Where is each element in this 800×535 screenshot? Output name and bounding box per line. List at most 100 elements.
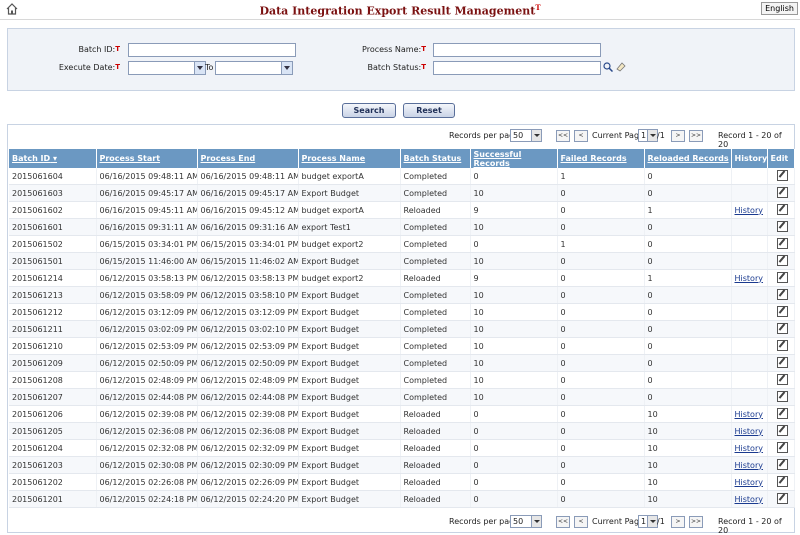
cell-edit bbox=[767, 354, 795, 372]
cell-history[interactable]: History bbox=[731, 201, 768, 219]
cell-process-end: 06/12/2015 02:44:08 PM bbox=[197, 388, 299, 406]
col-failed-records[interactable]: Failed Records bbox=[557, 149, 645, 168]
prev-page-button[interactable]: < bbox=[574, 516, 588, 528]
records-per-page-select[interactable]: 50 bbox=[510, 129, 542, 142]
chevron-down-icon bbox=[531, 130, 541, 141]
table-row: 2015061202 06/12/2015 02:26:08 PM 06/12/20… bbox=[9, 473, 795, 491]
first-page-button[interactable]: << bbox=[556, 516, 570, 528]
cell-batch-status: Completed bbox=[400, 286, 471, 304]
process-name-input[interactable] bbox=[433, 43, 601, 57]
col-reloaded-records[interactable]: Reloaded Records bbox=[644, 149, 732, 168]
current-page-select[interactable]: 1 bbox=[638, 515, 658, 528]
cell-process-end: 06/16/2015 09:45:17 AM bbox=[197, 184, 299, 202]
cell-edit bbox=[767, 286, 795, 304]
cell-batch-id: 2015061604 bbox=[9, 168, 97, 185]
cell-reloaded-records: 10 bbox=[644, 473, 732, 491]
cell-process-end: 06/15/2015 03:34:01 PM bbox=[197, 235, 299, 253]
cell-history[interactable]: History bbox=[731, 405, 768, 423]
cell-batch-id: 2015061603 bbox=[9, 184, 97, 202]
cell-process-start: 06/12/2015 02:39:08 PM bbox=[96, 405, 198, 423]
reset-button[interactable]: Reset bbox=[403, 103, 455, 118]
col-batch-status[interactable]: Batch Status bbox=[400, 149, 471, 168]
cell-batch-status: Completed bbox=[400, 303, 471, 321]
edit-icon[interactable] bbox=[776, 169, 788, 181]
language-button[interactable]: English bbox=[761, 2, 798, 15]
last-page-button[interactable]: >> bbox=[689, 130, 703, 142]
edit-icon[interactable] bbox=[776, 271, 788, 283]
col-edit: Edit bbox=[767, 149, 795, 168]
edit-icon[interactable] bbox=[776, 203, 788, 215]
cell-history[interactable]: History bbox=[731, 439, 768, 457]
cell-batch-status: Completed bbox=[400, 252, 471, 270]
edit-icon[interactable] bbox=[776, 254, 788, 266]
edit-icon[interactable] bbox=[776, 220, 788, 232]
edit-icon[interactable] bbox=[776, 186, 788, 198]
edit-icon[interactable] bbox=[776, 407, 788, 419]
col-process-start[interactable]: Process Start bbox=[96, 149, 198, 168]
record-info: Record 1 - 20 of 20 bbox=[718, 517, 782, 535]
cell-batch-id: 2015061212 bbox=[9, 303, 97, 321]
first-page-button[interactable]: << bbox=[556, 130, 570, 142]
table-row: 2015061207 06/12/2015 02:44:08 PM 06/12/20… bbox=[9, 388, 795, 406]
batch-status-input[interactable] bbox=[433, 61, 601, 75]
cell-history[interactable]: History bbox=[731, 473, 768, 491]
col-process-end[interactable]: Process End bbox=[197, 149, 299, 168]
col-batch-id[interactable]: Batch ID ▾ bbox=[9, 149, 97, 168]
col-successful-records[interactable]: Successful Records bbox=[470, 149, 558, 168]
cell-failed-records: 0 bbox=[557, 303, 645, 321]
col-process-name[interactable]: Process Name bbox=[298, 149, 401, 168]
eraser-icon[interactable] bbox=[616, 62, 626, 72]
execute-date-to-select[interactable] bbox=[215, 61, 293, 75]
cell-reloaded-records: 10 bbox=[644, 405, 732, 423]
cell-reloaded-records: 0 bbox=[644, 337, 732, 355]
cell-batch-id: 2015061207 bbox=[9, 388, 97, 406]
batch-id-input[interactable] bbox=[128, 43, 296, 57]
edit-icon[interactable] bbox=[776, 475, 788, 487]
cell-history[interactable]: History bbox=[731, 422, 768, 440]
cell-batch-id: 2015061213 bbox=[9, 286, 97, 304]
cell-process-name: budget export2 bbox=[298, 235, 401, 253]
cell-process-end: 06/16/2015 09:48:11 AM bbox=[197, 168, 299, 185]
edit-icon[interactable] bbox=[776, 237, 788, 249]
cell-history bbox=[731, 168, 768, 185]
search-icon[interactable] bbox=[603, 62, 613, 72]
edit-icon[interactable] bbox=[776, 339, 788, 351]
edit-icon[interactable] bbox=[776, 305, 788, 317]
cell-reloaded-records: 0 bbox=[644, 371, 732, 389]
cell-successful-records: 0 bbox=[470, 456, 558, 474]
cell-history bbox=[731, 252, 768, 270]
edit-icon[interactable] bbox=[776, 458, 788, 470]
table-row: 2015061213 06/12/2015 03:58:09 PM 06/12/20… bbox=[9, 286, 795, 304]
last-page-button[interactable]: >> bbox=[689, 516, 703, 528]
edit-icon[interactable] bbox=[776, 373, 788, 385]
cell-process-start: 06/16/2015 09:45:11 AM bbox=[96, 201, 198, 219]
chevron-down-icon bbox=[647, 516, 657, 527]
table-header: Batch ID ▾ Process Start Process End Pro… bbox=[9, 149, 795, 168]
edit-icon[interactable] bbox=[776, 390, 788, 402]
next-page-button[interactable]: > bbox=[671, 130, 685, 142]
search-button[interactable]: Search bbox=[342, 103, 396, 118]
edit-icon[interactable] bbox=[776, 441, 788, 453]
execute-date-from-select[interactable] bbox=[128, 61, 206, 75]
cell-history bbox=[731, 388, 768, 406]
cell-process-name: budget export2 bbox=[298, 269, 401, 287]
current-page-select[interactable]: 1 bbox=[638, 129, 658, 142]
cell-successful-records: 10 bbox=[470, 388, 558, 406]
cell-history[interactable]: History bbox=[731, 269, 768, 287]
cell-history[interactable]: History bbox=[731, 456, 768, 474]
cell-process-name: Export Budget bbox=[298, 371, 401, 389]
prev-page-button[interactable]: < bbox=[574, 130, 588, 142]
cell-history[interactable]: History bbox=[731, 490, 768, 508]
records-per-page-select[interactable]: 50 bbox=[510, 515, 542, 528]
edit-icon[interactable] bbox=[776, 322, 788, 334]
cell-successful-records: 10 bbox=[470, 303, 558, 321]
cell-batch-status: Reloaded bbox=[400, 439, 471, 457]
edit-icon[interactable] bbox=[776, 356, 788, 368]
edit-icon[interactable] bbox=[776, 288, 788, 300]
edit-icon[interactable] bbox=[776, 492, 788, 504]
cell-process-name: budget exportA bbox=[298, 168, 401, 185]
process-name-label: Process Name:T bbox=[362, 45, 426, 54]
cell-process-start: 06/16/2015 09:31:11 AM bbox=[96, 218, 198, 236]
next-page-button[interactable]: > bbox=[671, 516, 685, 528]
edit-icon[interactable] bbox=[776, 424, 788, 436]
